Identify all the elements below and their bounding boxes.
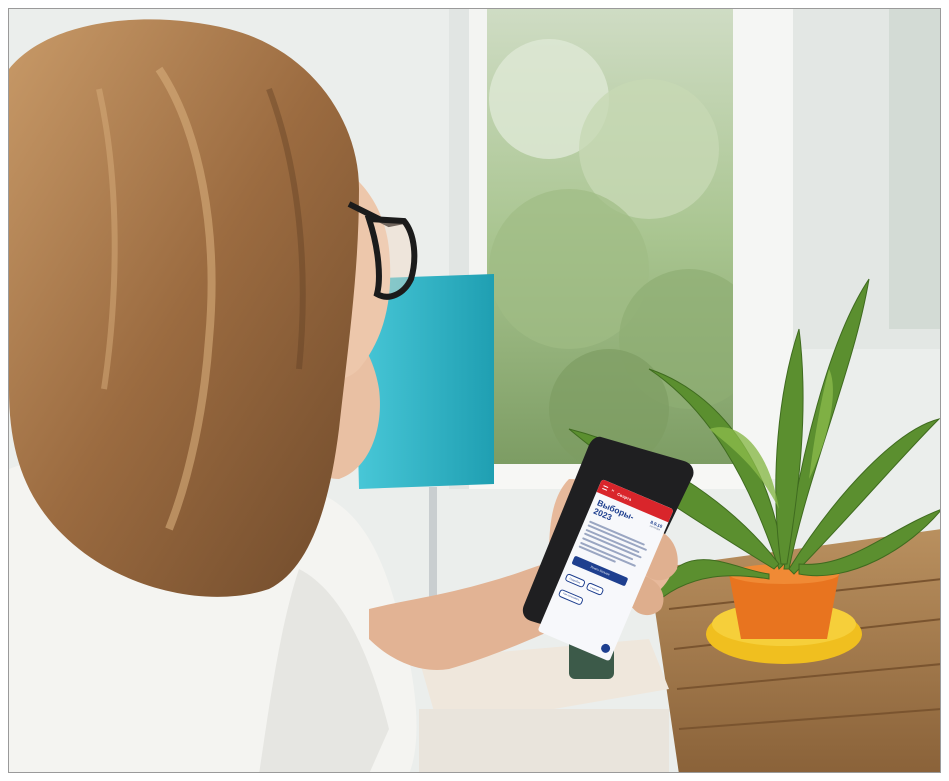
phone-chip-wide[interactable]: Как голосовать (557, 588, 585, 606)
scene-illustration (9, 9, 940, 772)
phone-chip[interactable]: Подробно (564, 573, 586, 589)
phone-fab-button[interactable] (599, 642, 612, 655)
close-icon: × (610, 487, 616, 494)
photo: × Сварта Выборы- 2023 8.9.10 сентября Уз… (8, 8, 941, 773)
phone-app-brand: Сварта (616, 490, 633, 502)
menu-icon (602, 485, 609, 491)
phone-chip[interactable]: Участки (585, 582, 605, 597)
